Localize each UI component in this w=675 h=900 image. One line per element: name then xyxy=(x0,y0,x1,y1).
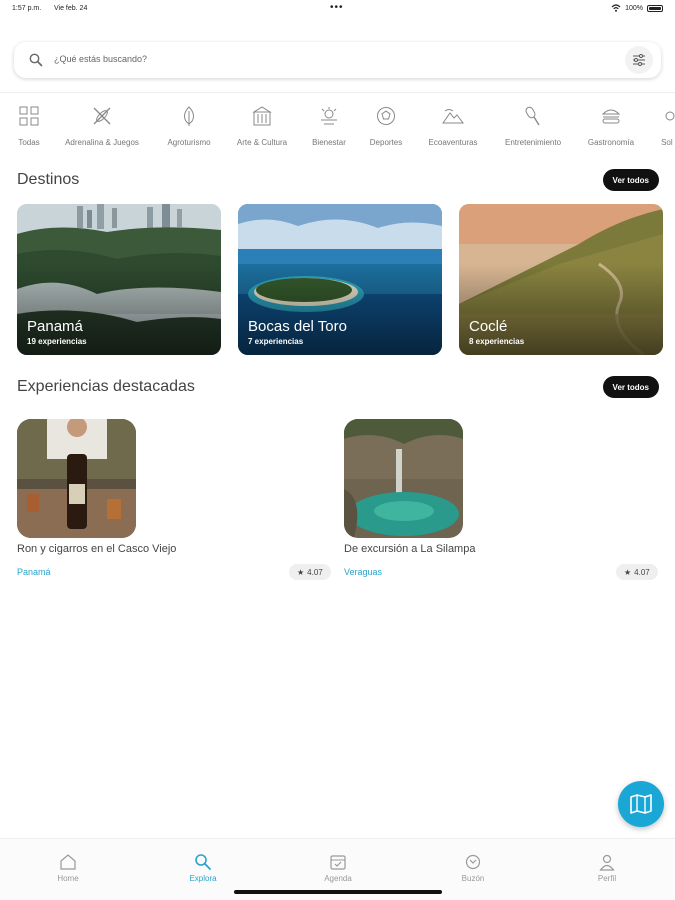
experiencia-thumb-ron[interactable] xyxy=(17,419,136,538)
burger-icon xyxy=(599,104,623,128)
leaf-icon xyxy=(177,104,201,128)
category-label: Agroturismo xyxy=(167,138,211,147)
category-label: Deportes xyxy=(369,138,403,147)
rating-value: 4.07 xyxy=(634,567,650,577)
category-label: Sol y xyxy=(661,138,675,147)
tab-agenda[interactable]: Agenda xyxy=(298,853,378,883)
tab-perfil[interactable]: Perfil xyxy=(567,853,647,883)
search-bar[interactable]: ¿Qué estás buscando? xyxy=(14,42,661,78)
experiencias-title: Experiencias destacadas xyxy=(17,378,195,395)
tab-label: Explora xyxy=(189,874,217,883)
destinos-title: Destinos xyxy=(17,171,80,188)
battery-icon xyxy=(647,4,663,12)
category-todas[interactable]: Todas xyxy=(0,104,69,147)
rating-badge: ★ 4.07 xyxy=(616,564,658,580)
tab-label: Home xyxy=(57,874,79,883)
sliders-icon xyxy=(633,54,645,66)
rating-value: 4.07 xyxy=(307,567,323,577)
destinos-see-all-button[interactable]: Ver todos xyxy=(602,169,659,191)
destino-name: Coclé xyxy=(469,318,508,335)
tab-label: Perfil xyxy=(597,874,617,883)
home-indicator[interactable] xyxy=(234,890,442,894)
destino-count: 19 experiencias xyxy=(27,337,87,346)
category-label: Gastronomía xyxy=(587,138,635,147)
tab-buzon[interactable]: Buzón xyxy=(433,853,513,883)
category-label: Adrenalina & Juegos xyxy=(65,138,139,147)
sun-icon xyxy=(658,104,675,128)
experiencia-thumb-silampa[interactable] xyxy=(344,419,463,538)
user-icon xyxy=(599,854,615,871)
star-icon: ★ xyxy=(624,567,632,577)
kayak-icon xyxy=(90,104,114,128)
destino-card-bocas[interactable]: Bocas del Toro 7 experiencias xyxy=(238,204,442,355)
multitask-dots[interactable]: ••• xyxy=(330,2,344,13)
experiencia-title[interactable]: De excursión a La Silampa xyxy=(344,543,475,555)
category-ecoaventuras[interactable]: Ecoaventuras xyxy=(413,104,493,147)
header-divider xyxy=(0,92,675,93)
ron-photo xyxy=(17,419,136,538)
category-sol[interactable]: Sol y xyxy=(640,104,675,147)
category-label: Bienestar xyxy=(312,138,346,147)
category-agroturismo[interactable]: Agroturismo xyxy=(149,104,229,147)
spa-icon xyxy=(317,104,341,128)
category-adrenalina[interactable]: Adrenalina & Juegos xyxy=(62,104,142,147)
wifi-icon xyxy=(611,4,621,12)
tab-home[interactable]: Home xyxy=(28,853,108,883)
ball-icon xyxy=(374,104,398,128)
category-bar: Todas Adrenalina & Juegos Agroturismo Ar… xyxy=(0,104,675,154)
grid-icon xyxy=(17,104,41,128)
category-entretenimiento[interactable]: Entretenimiento xyxy=(493,104,573,147)
experiencia-location[interactable]: Panamá xyxy=(17,567,51,577)
search-icon xyxy=(195,854,211,870)
category-label: Arte & Cultura xyxy=(236,138,288,147)
status-date: Vie feb. 24 xyxy=(54,5,88,12)
silampa-photo xyxy=(344,419,463,538)
destino-count: 8 experiencias xyxy=(469,337,525,346)
search-placeholder[interactable]: ¿Qué estás buscando? xyxy=(54,54,147,64)
star-icon: ★ xyxy=(297,567,305,577)
filter-button[interactable] xyxy=(625,46,653,74)
destino-card-cocle[interactable]: Coclé 8 experiencias xyxy=(459,204,663,355)
mailbox-icon xyxy=(465,854,481,870)
category-gastronomia[interactable]: Gastronomía xyxy=(571,104,651,147)
rating-badge: ★ 4.07 xyxy=(289,564,331,580)
music-icon xyxy=(521,104,545,128)
destino-name: Panamá xyxy=(27,318,83,335)
destino-count: 7 experiencias xyxy=(248,337,304,346)
experiencia-title[interactable]: Ron y cigarros en el Casco Viejo xyxy=(17,543,176,555)
home-icon xyxy=(60,854,76,870)
tab-label: Buzón xyxy=(461,874,485,883)
category-label: Todas xyxy=(18,138,40,147)
category-label: Ecoaventuras xyxy=(428,138,478,147)
mountain-icon xyxy=(441,104,465,128)
destino-card-panama[interactable]: Panamá 19 experiencias xyxy=(17,204,221,355)
experiencias-see-all-button[interactable]: Ver todos xyxy=(602,376,659,398)
destino-name: Bocas del Toro xyxy=(248,318,347,335)
battery-percent: 100% xyxy=(625,4,643,12)
experiencia-location[interactable]: Veraguas xyxy=(344,567,382,577)
building-icon xyxy=(250,104,274,128)
calendar-icon xyxy=(330,855,346,870)
status-bar: 1:57 p.m. Vie feb. 24 ••• 100% xyxy=(0,0,675,18)
map-icon xyxy=(630,794,652,814)
search-icon xyxy=(29,53,43,67)
status-right: 100% xyxy=(611,4,663,12)
tab-label: Agenda xyxy=(324,874,352,883)
category-label: Entretenimiento xyxy=(504,138,562,147)
tab-explora[interactable]: Explora xyxy=(163,853,243,883)
map-button[interactable] xyxy=(618,781,664,827)
status-time: 1:57 p.m. xyxy=(12,5,42,12)
